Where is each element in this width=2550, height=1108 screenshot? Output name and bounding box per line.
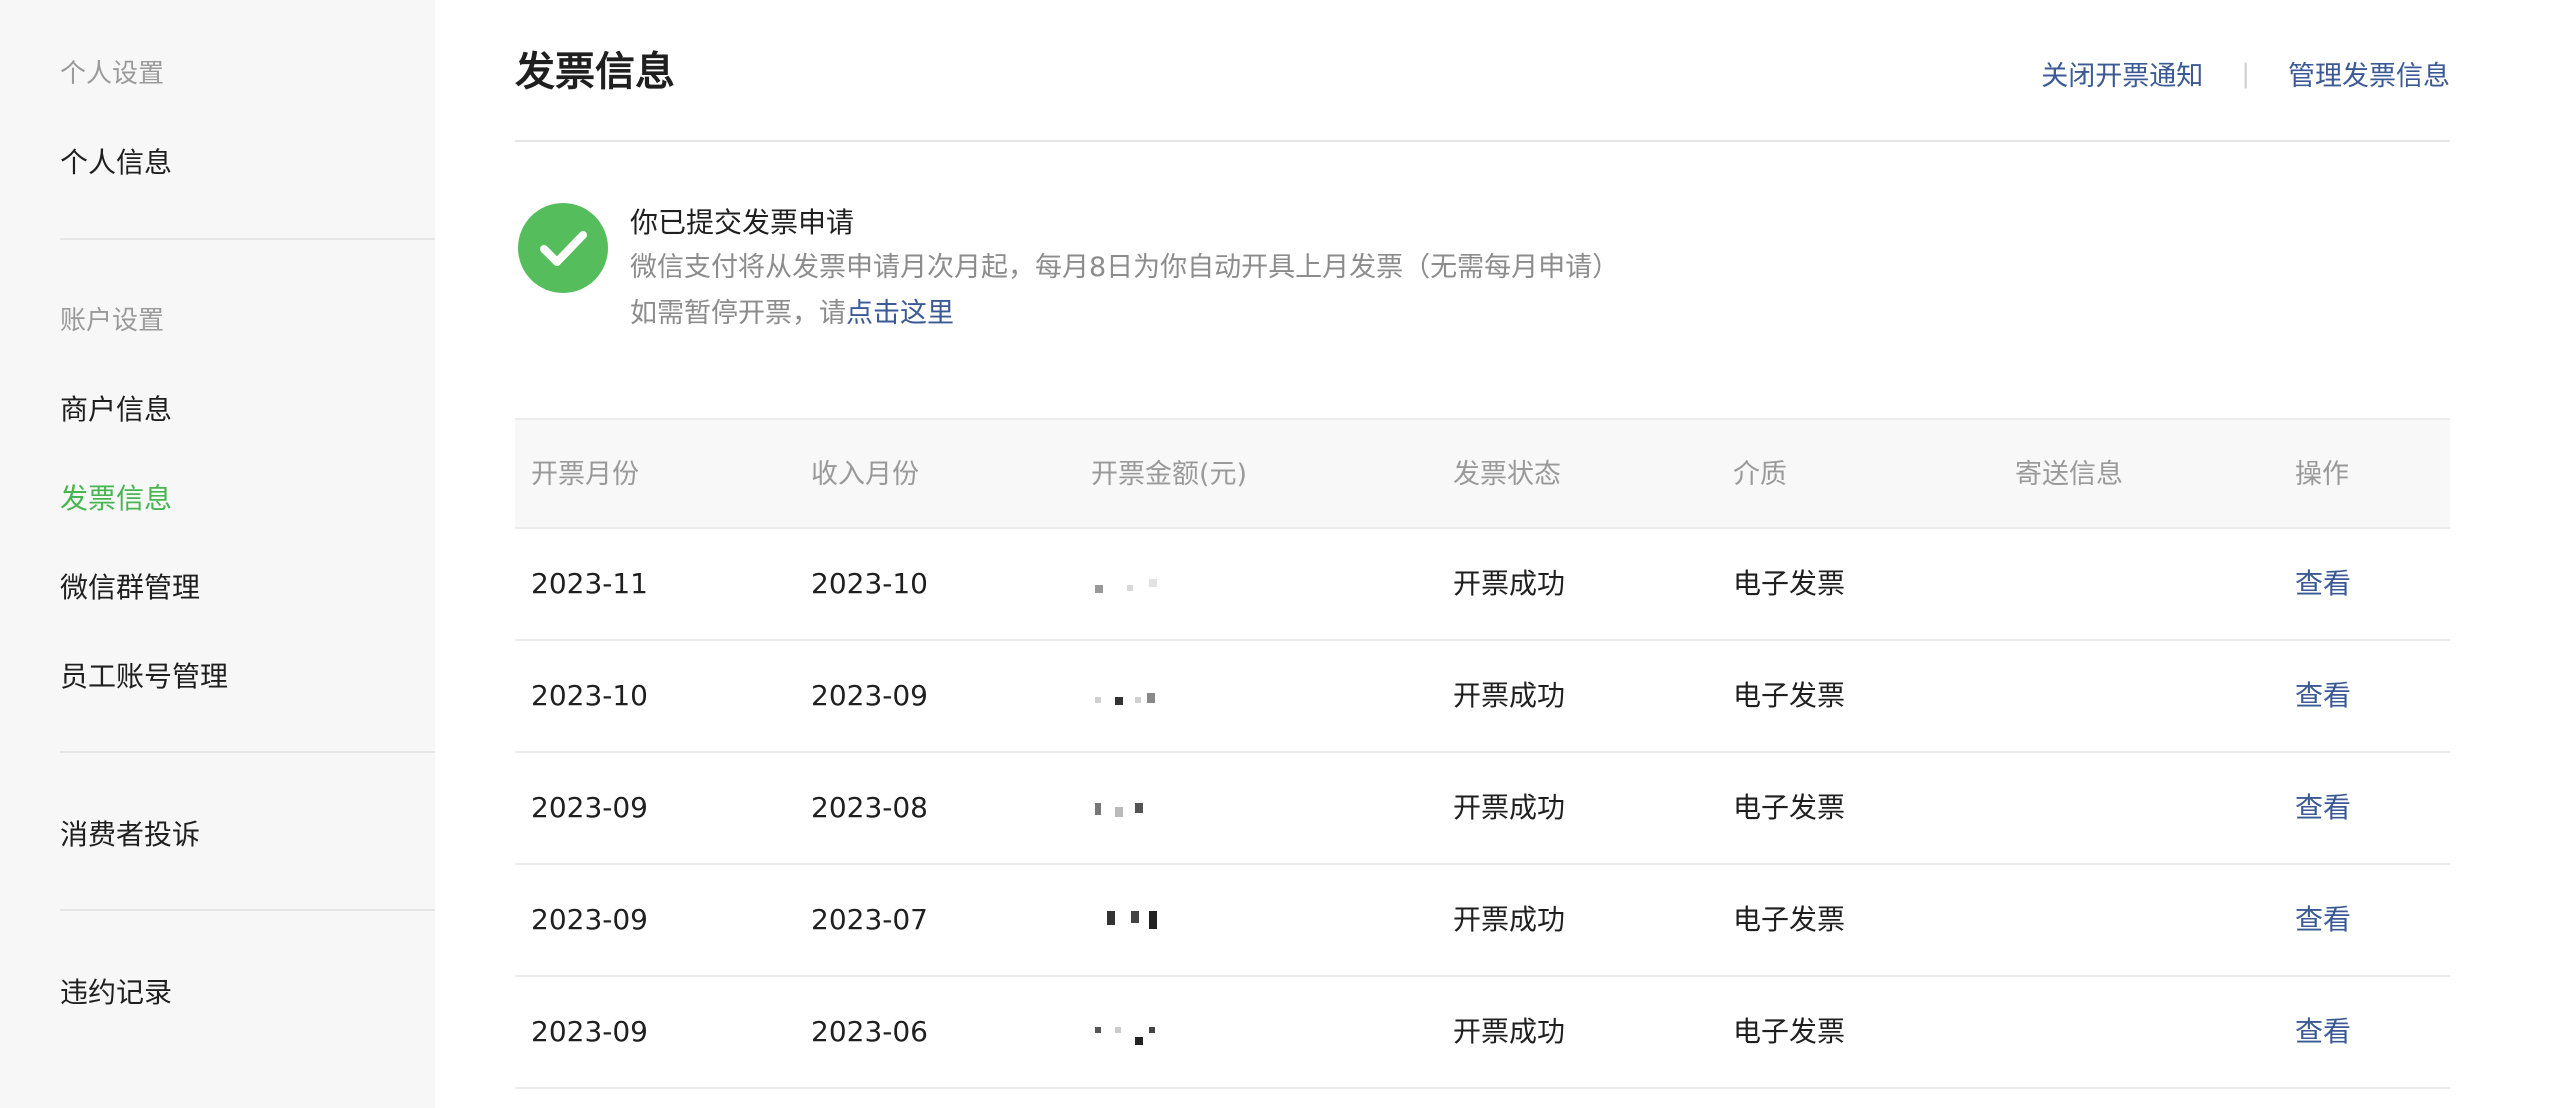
column-header-delivery: 寄送信息 (2015, 459, 2123, 490)
cell-medium: 电子发票 (1733, 679, 1846, 712)
cell-income-month: 2023-06 (811, 1015, 928, 1048)
column-header-action: 操作 (2295, 459, 2349, 490)
header-links: 关闭开票通知 | 管理发票信息 (2041, 54, 2450, 93)
pause-invoice-link[interactable]: 点击这里 (846, 298, 954, 329)
column-header-status: 发票状态 (1453, 459, 1561, 490)
sidebar-divider (60, 909, 435, 911)
sidebar: 个人设置 个人信息 账户设置 商户信息 发票信息 微信群管理 员工账号管理 消费… (0, 0, 435, 1108)
cell-invoice-month: 2023-09 (531, 791, 648, 824)
cell-medium: 电子发票 (1733, 791, 1846, 824)
view-button[interactable]: 查看 (2295, 977, 2351, 1087)
close-invoice-notice-link[interactable]: 关闭开票通知 (2041, 54, 2203, 93)
table-row: 2023-11 2023-10 开票成功 电子发票 查看 (515, 529, 2450, 641)
invoice-notice: 你已提交发票申请 微信支付将从发票申请月次月起，每月8日为你自动开具上月发票（无… (515, 203, 2450, 343)
column-header-income-month: 收入月份 (811, 459, 919, 490)
invoice-table: 开票月份 收入月份 开票金额(元) 发票状态 介质 寄送信息 操作 2023-1… (515, 418, 2450, 1089)
sidebar-item-violation-records[interactable]: 违约记录 (60, 971, 172, 1011)
main-content: 发票信息 关闭开票通知 | 管理发票信息 你已提交发票申请 微信支付将从发票申请… (515, 0, 2450, 1108)
sidebar-group-title-account: 账户设置 (60, 306, 165, 336)
cell-invoice-month: 2023-11 (531, 567, 648, 600)
table-row: 2023-10 2023-09 开票成功 电子发票 查看 (515, 641, 2450, 753)
cell-income-month: 2023-08 (811, 791, 928, 824)
cell-medium: 电子发票 (1733, 1015, 1846, 1048)
view-button[interactable]: 查看 (2295, 865, 2351, 975)
cell-invoice-month: 2023-09 (531, 903, 648, 936)
notice-pause-text: 如需暂停开票，请点击这里 (630, 294, 954, 334)
column-header-amount: 开票金额(元) (1091, 459, 1248, 490)
view-button[interactable]: 查看 (2295, 529, 2351, 639)
table-row: 2023-09 2023-08 开票成功 电子发票 查看 (515, 753, 2450, 865)
notice-pause-prefix: 如需暂停开票，请 (630, 298, 846, 329)
cell-amount-masked (1091, 803, 1165, 817)
cell-invoice-month: 2023-10 (531, 679, 648, 712)
sidebar-item-consumer-complaints[interactable]: 消费者投诉 (60, 813, 200, 853)
manage-invoice-info-link[interactable]: 管理发票信息 (2288, 54, 2450, 93)
cell-income-month: 2023-07 (811, 903, 928, 936)
cell-amount-masked (1091, 1027, 1165, 1045)
sidebar-item-wechat-group[interactable]: 微信群管理 (60, 566, 200, 606)
cell-status: 开票成功 (1453, 679, 1566, 712)
table-row: 2023-09 2023-06 开票成功 电子发票 查看 (515, 977, 2450, 1089)
cell-medium: 电子发票 (1733, 903, 1846, 936)
cell-status: 开票成功 (1453, 1015, 1566, 1048)
column-header-medium: 介质 (1733, 459, 1787, 490)
check-circle-icon (518, 203, 608, 293)
table-header: 开票月份 收入月份 开票金额(元) 发票状态 介质 寄送信息 操作 (515, 418, 2450, 529)
cell-status: 开票成功 (1453, 903, 1566, 936)
sidebar-divider (60, 238, 435, 240)
view-button[interactable]: 查看 (2295, 641, 2351, 751)
table-row: 2023-09 2023-07 开票成功 电子发票 查看 (515, 865, 2450, 977)
cell-invoice-month: 2023-09 (531, 1015, 648, 1048)
header-separator: | (2241, 58, 2250, 89)
cell-income-month: 2023-09 (811, 679, 928, 712)
sidebar-item-personal-info[interactable]: 个人信息 (60, 141, 172, 181)
cell-amount-masked (1091, 911, 1165, 929)
view-button[interactable]: 查看 (2295, 753, 2351, 863)
page-title: 发票信息 (515, 49, 675, 95)
cell-medium: 电子发票 (1733, 567, 1846, 600)
column-header-invoice-month: 开票月份 (531, 459, 639, 490)
sidebar-item-merchant-info[interactable]: 商户信息 (60, 388, 172, 428)
cell-amount-masked (1091, 691, 1165, 705)
sidebar-item-invoice-info[interactable]: 发票信息 (60, 477, 172, 517)
cell-status: 开票成功 (1453, 567, 1566, 600)
cell-status: 开票成功 (1453, 791, 1566, 824)
notice-title: 你已提交发票申请 (630, 206, 855, 239)
sidebar-divider (60, 751, 435, 753)
cell-amount-masked (1091, 579, 1165, 593)
sidebar-item-staff-accounts[interactable]: 员工账号管理 (60, 655, 228, 695)
cell-income-month: 2023-10 (811, 567, 928, 600)
invoice-page: 个人设置 个人信息 账户设置 商户信息 发票信息 微信群管理 员工账号管理 消费… (0, 0, 2550, 1108)
notice-description: 微信支付将从发票申请月次月起，每月8日为你自动开具上月发票（无需每月申请） (630, 252, 1620, 283)
sidebar-group-title-personal: 个人设置 (60, 59, 165, 89)
header-divider (515, 140, 2450, 142)
